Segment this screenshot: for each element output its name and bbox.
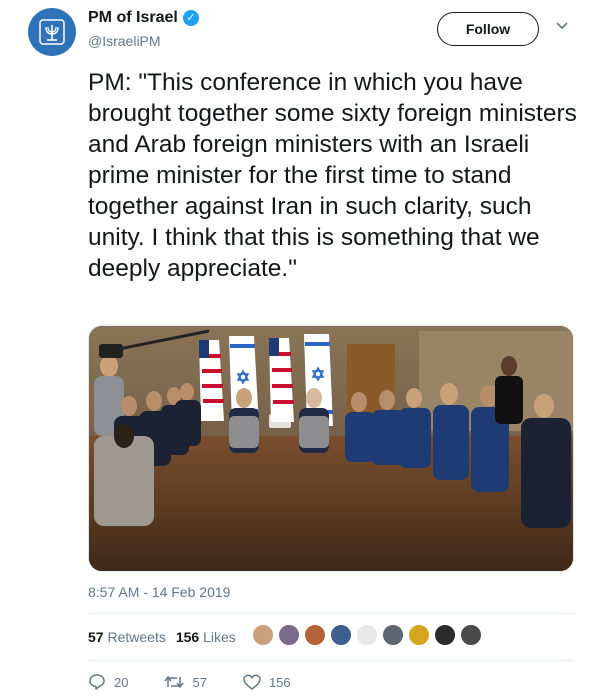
display-name-text: PM of Israel [88, 9, 178, 26]
likes-stat[interactable]: 156 Likes [176, 629, 236, 645]
liker-avatar[interactable] [330, 624, 352, 646]
tweet-actions: 20 57 156 [88, 673, 327, 691]
liker-avatar[interactable] [252, 624, 274, 646]
follow-button[interactable]: Follow [437, 12, 539, 46]
liker-avatar[interactable] [408, 624, 430, 646]
liker-avatar[interactable] [304, 624, 326, 646]
display-name[interactable]: PM of Israel ✓ [88, 9, 199, 27]
reply-count: 20 [114, 674, 129, 690]
emblem-icon [39, 19, 65, 45]
chevron-down-icon[interactable] [555, 18, 569, 36]
like-icon [243, 674, 261, 690]
liker-avatar[interactable] [382, 624, 404, 646]
like-button[interactable]: 156 [243, 674, 291, 690]
retweet-icon [164, 675, 185, 689]
meeting-photo-image [89, 326, 573, 571]
like-count: 156 [268, 674, 291, 690]
liker-avatar[interactable] [460, 624, 482, 646]
retweets-label: Retweets [107, 629, 166, 645]
retweet-button[interactable]: 57 [164, 674, 207, 690]
tweet-stats: 57 Retweets 156 Likes [88, 629, 236, 645]
likes-count: 156 [175, 629, 200, 645]
reply-icon [89, 674, 105, 690]
retweets-count: 57 [88, 629, 104, 645]
tweet-photo[interactable] [88, 325, 574, 572]
retweets-stat[interactable]: 57 Retweets [88, 629, 166, 645]
retweet-count: 57 [192, 674, 207, 690]
liker-avatar[interactable] [434, 624, 456, 646]
reply-button[interactable]: 20 [88, 673, 128, 691]
tweet-text: PM: "This conference in which you have b… [88, 69, 577, 282]
liker-avatars [252, 624, 482, 646]
user-handle[interactable]: @IsraeliPM [88, 33, 161, 49]
likes-label: Likes [203, 629, 236, 645]
verified-badge-icon: ✓ [182, 10, 199, 26]
divider [88, 613, 574, 614]
avatar[interactable] [28, 8, 76, 56]
liker-avatar[interactable] [278, 624, 300, 646]
divider [88, 660, 574, 661]
tweet-timestamp[interactable]: 8:57 AM - 14 Feb 2019 [88, 584, 230, 600]
liker-avatar[interactable] [356, 624, 378, 646]
